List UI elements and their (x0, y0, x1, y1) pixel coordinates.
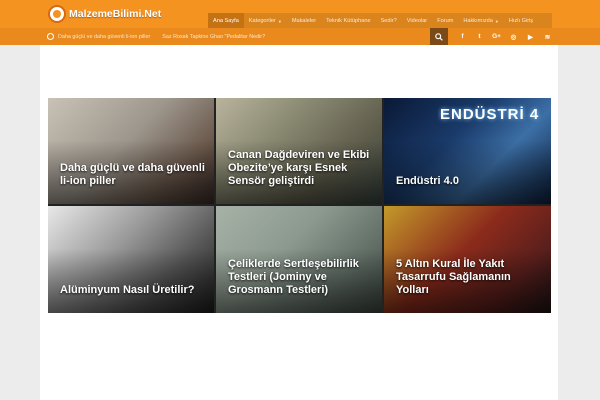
nav-item[interactable]: Hakkımızda ▼ (458, 13, 504, 29)
news-ticker: Daha güçlü ve daha güvenli li-ion piller… (47, 28, 277, 45)
nav-item[interactable]: Ana Sayfa (208, 13, 244, 29)
rss-icon[interactable]: ≋ (539, 28, 556, 45)
thumbnail-overlay-text: ENDÜSTRİ 4 (440, 106, 540, 123)
post-title[interactable]: 5 Altın Kural İle Yakıt Tasarrufu Sağlam… (396, 258, 543, 297)
featured-post-tile[interactable]: ENDÜSTRİ 4 Endüstri 4.0 (384, 98, 551, 204)
nav-item[interactable]: Hızlı Giriş (504, 13, 538, 29)
logo-mark-icon (48, 5, 66, 23)
facebook-icon[interactable]: f (454, 28, 471, 45)
nav-item-label: Makaleler (291, 18, 317, 24)
featured-post-tile[interactable]: Alüminyum Nasıl Üretilir? (48, 206, 214, 313)
nav-item-label: Teknik Kütüphane (326, 18, 371, 24)
post-title[interactable]: Endüstri 4.0 (396, 175, 543, 188)
nav-item-label: Kategoriler (248, 18, 276, 24)
main-navigation: Ana Sayfa Kategoriler ▼ Makaleler Teknik Küt… (208, 13, 552, 29)
search-button[interactable] (430, 28, 448, 45)
nav-item-label: Hakkımızda (463, 18, 493, 24)
post-title[interactable]: Canan Dağdeviren ve Ekibi Obezite’ye kar… (228, 149, 374, 188)
nav-item[interactable]: Teknik Kütüphane (321, 13, 375, 29)
instagram-icon[interactable]: ◎ (505, 28, 522, 45)
chevron-down-icon: ▼ (494, 18, 499, 24)
featured-post-tile[interactable]: Canan Dağdeviren ve Ekibi Obezite’ye kar… (216, 98, 382, 204)
featured-post-tile[interactable]: Daha güçlü ve daha güvenli li-ion piller (48, 98, 214, 204)
nav-item[interactable]: Forum (432, 13, 458, 29)
twitter-icon[interactable]: t (471, 28, 488, 45)
nav-item[interactable]: Kategoriler ▼ (244, 13, 287, 29)
ticker-item[interactable]: Saz Rosak Tapkine Ghao "Pedalitar Nedir? (162, 34, 265, 40)
nav-item[interactable]: Sedir? (376, 13, 402, 29)
caption-shade (384, 140, 551, 204)
post-title[interactable]: Çeliklerde Sertleşebilirlik Testleri (Jo… (228, 258, 374, 297)
ticker-item[interactable]: Daha güçlü ve daha güvenli li-ion piller (58, 34, 150, 40)
nav-item-label: Videolar (406, 18, 428, 24)
clock-icon (47, 33, 54, 40)
chevron-down-icon: ▼ (277, 18, 282, 24)
nav-item-label: Sedir? (380, 18, 397, 24)
post-title[interactable]: Alüminyum Nasıl Üretilir? (60, 284, 206, 297)
logo-text: MalzemeBilimi.Net (69, 8, 162, 20)
nav-item[interactable]: Videolar (402, 13, 432, 29)
search-icon (435, 32, 443, 41)
featured-post-tile[interactable]: 5 Altın Kural İle Yakıt Tasarrufu Sağlam… (384, 206, 551, 313)
featured-posts-grid: Daha güçlü ve daha güvenli li-ion piller… (48, 98, 551, 313)
nav-item-label: Ana Sayfa (213, 18, 239, 24)
youtube-icon[interactable]: ▶ (522, 28, 539, 45)
post-title[interactable]: Daha güçlü ve daha güvenli li-ion piller (60, 162, 206, 188)
nav-item-label: Hızlı Giriş (508, 18, 534, 24)
nav-item[interactable]: Makaleler (287, 13, 321, 29)
social-links: f t G+ ◎ ▶ ≋ (454, 28, 556, 45)
site-logo[interactable]: MalzemeBilimi.Net (48, 3, 161, 25)
nav-item-label: Forum (437, 18, 454, 24)
featured-post-tile[interactable]: Çeliklerde Sertleşebilirlik Testleri (Jo… (216, 206, 382, 313)
google-plus-icon[interactable]: G+ (488, 28, 505, 45)
caption-shade (48, 248, 214, 313)
